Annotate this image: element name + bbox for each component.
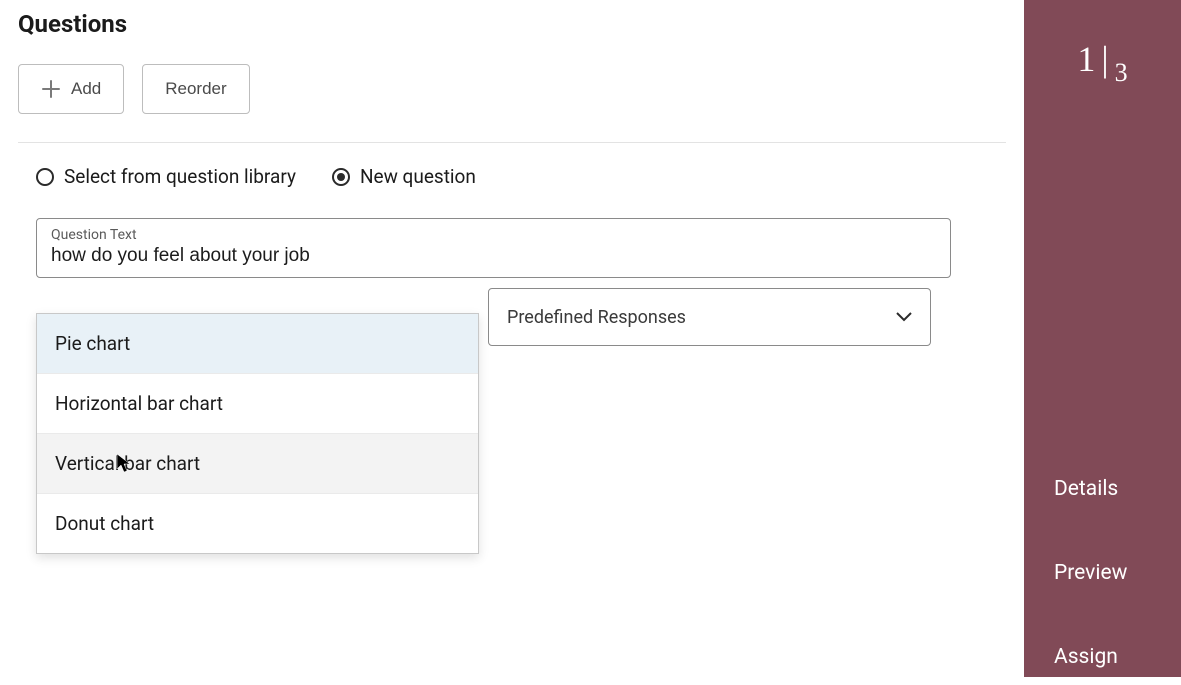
- reorder-button[interactable]: Reorder: [142, 64, 249, 114]
- dropdown-option-horizontal[interactable]: Horizontal bar chart: [37, 374, 478, 434]
- page-indicator: 1 | 3: [1024, 38, 1181, 80]
- add-label: Add: [71, 79, 101, 99]
- plus-icon: [41, 79, 61, 99]
- question-text-label: Question Text: [51, 227, 936, 243]
- radio-library[interactable]: Select from question library: [36, 165, 296, 188]
- question-text-field[interactable]: Question Text: [36, 218, 951, 278]
- display-result-dropdown-menu: Pie chart Horizontal bar chart Vertical …: [36, 313, 479, 554]
- radio-icon: [36, 168, 54, 186]
- page-title: Questions: [18, 10, 1006, 38]
- sidebar-item-preview[interactable]: Preview: [1024, 545, 1181, 601]
- add-button[interactable]: Add: [18, 64, 124, 114]
- radio-library-label: Select from question library: [64, 165, 296, 188]
- radio-new[interactable]: New question: [332, 165, 476, 188]
- radio-icon-selected: [332, 168, 350, 186]
- page-current: 1: [1077, 38, 1095, 80]
- sidebar-item-label: Preview: [1054, 561, 1127, 585]
- sidebar-item-details[interactable]: Details: [1024, 461, 1181, 517]
- sidebar-item-label: Assign: [1054, 645, 1118, 669]
- sidebar-nav: Details Preview Assign: [1024, 461, 1181, 685]
- question-source-radios: Select from question library New questio…: [18, 165, 1006, 188]
- sidebar-item-label: Details: [1054, 477, 1118, 501]
- main-content: Questions Add Reorder Select from questi…: [0, 0, 1024, 677]
- dropdown-option-vertical[interactable]: Vertical bar chart: [37, 434, 478, 494]
- page-total: 3: [1115, 58, 1128, 88]
- dropdown-option-donut[interactable]: Donut chart: [37, 494, 478, 553]
- dropdown-option-pie[interactable]: Pie chart: [37, 314, 478, 374]
- sidebar: 1 | 3 Details Preview Assign: [1024, 0, 1181, 677]
- divider: [18, 142, 1006, 143]
- reorder-label: Reorder: [165, 79, 226, 99]
- page-separator: |: [1101, 38, 1108, 80]
- predefined-responses-label: Predefined Responses: [507, 307, 686, 328]
- radio-new-label: New question: [360, 165, 476, 188]
- predefined-responses-select[interactable]: Predefined Responses: [488, 288, 931, 346]
- chevron-down-icon: [896, 312, 912, 322]
- toolbar: Add Reorder: [18, 64, 1006, 114]
- question-text-input[interactable]: [51, 245, 936, 267]
